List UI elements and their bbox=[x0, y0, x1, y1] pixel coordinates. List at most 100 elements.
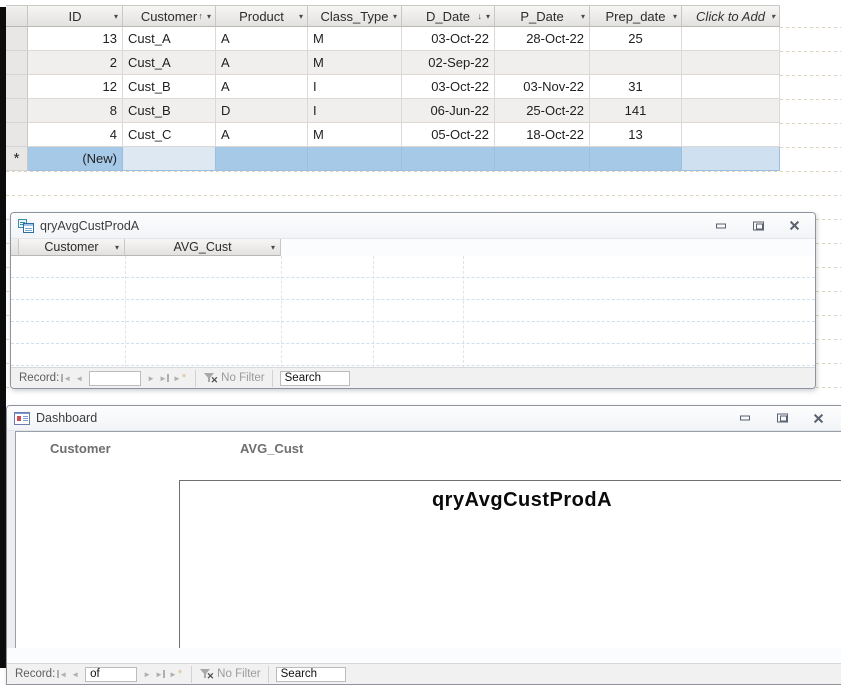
dropdown-arrow-icon[interactable]: ▾ bbox=[673, 12, 677, 21]
column-header-class_type[interactable]: Class_Type ▾ bbox=[308, 5, 402, 27]
cell-d_date[interactable]: 06-Jun-22 bbox=[402, 99, 495, 123]
first-record-button[interactable]: ◄ bbox=[61, 374, 71, 383]
restore-button[interactable] bbox=[774, 412, 790, 425]
cell-prep_date[interactable] bbox=[590, 51, 682, 75]
query-window-titlebar[interactable]: qryAvgCustProdA bbox=[11, 213, 815, 239]
cell-add[interactable] bbox=[682, 123, 780, 147]
cell-d_date[interactable]: 05-Oct-22 bbox=[402, 123, 495, 147]
cell-p_date[interactable] bbox=[495, 51, 590, 75]
cell-add[interactable] bbox=[682, 51, 780, 75]
row-selector[interactable] bbox=[6, 51, 28, 75]
query-empty-row[interactable] bbox=[11, 300, 815, 322]
cell-id[interactable]: 4 bbox=[28, 123, 123, 147]
cell-product[interactable]: A bbox=[216, 51, 308, 75]
cell-prep_date[interactable]: 141 bbox=[590, 99, 682, 123]
cell-add[interactable] bbox=[682, 99, 780, 123]
cell-customer[interactable] bbox=[123, 147, 216, 171]
record-number-input[interactable] bbox=[89, 370, 142, 386]
query-empty-row[interactable] bbox=[11, 322, 815, 344]
cell-class_type[interactable]: M bbox=[308, 27, 402, 51]
minimize-button[interactable] bbox=[737, 412, 753, 425]
cell-d_date[interactable] bbox=[402, 147, 495, 171]
query-row-selector-header[interactable] bbox=[11, 239, 19, 256]
cell-customer[interactable]: Cust_B bbox=[123, 99, 216, 123]
close-button[interactable] bbox=[786, 219, 802, 232]
query-empty-row[interactable] bbox=[11, 256, 815, 278]
new-record-button[interactable]: ► * bbox=[169, 668, 182, 680]
dashboard-window-titlebar[interactable]: Dashboard bbox=[7, 406, 841, 431]
dropdown-arrow-icon[interactable]: ▾ bbox=[581, 12, 585, 21]
row-selector[interactable] bbox=[6, 75, 28, 99]
column-header-add[interactable]: Click to Add ▾ bbox=[682, 5, 780, 27]
cell-d_date[interactable]: 02-Sep-22 bbox=[402, 51, 495, 75]
cell-prep_date[interactable]: 13 bbox=[590, 123, 682, 147]
row-selector[interactable] bbox=[6, 27, 28, 51]
cell-add[interactable] bbox=[682, 27, 780, 51]
cell-id[interactable]: 13 bbox=[28, 27, 123, 51]
query-column-header-avgcust[interactable]: AVG_Cust ▾ bbox=[125, 239, 281, 256]
column-header-product[interactable]: Product ▾ bbox=[216, 5, 308, 27]
cell-product[interactable]: A bbox=[216, 27, 308, 51]
close-button[interactable] bbox=[810, 412, 826, 425]
dropdown-arrow-icon[interactable]: ▾ bbox=[486, 12, 490, 21]
cell-product[interactable]: D bbox=[216, 99, 308, 123]
last-record-button[interactable]: ► bbox=[159, 374, 169, 383]
row-selector[interactable] bbox=[6, 123, 28, 147]
cell-class_type[interactable]: M bbox=[308, 123, 402, 147]
no-filter-button[interactable]: ✕ No Filter bbox=[203, 372, 265, 385]
cell-prep_date[interactable]: 25 bbox=[590, 27, 682, 51]
new-record-marker[interactable]: * bbox=[6, 147, 28, 171]
cell-customer[interactable]: Cust_A bbox=[123, 27, 216, 51]
cell-product[interactable] bbox=[216, 147, 308, 171]
new-record-button[interactable]: ► * bbox=[173, 372, 186, 384]
previous-record-button[interactable]: ◄ bbox=[71, 670, 79, 679]
cell-id[interactable]: 8 bbox=[28, 99, 123, 123]
cell-d_date[interactable]: 03-Oct-22 bbox=[402, 75, 495, 99]
column-header-prep_date[interactable]: Prep_date ▾ bbox=[590, 5, 682, 27]
cell-p_date[interactable]: 28-Oct-22 bbox=[495, 27, 590, 51]
first-record-button[interactable]: ◄ bbox=[57, 670, 67, 679]
column-header-p_date[interactable]: P_Date ▾ bbox=[495, 5, 590, 27]
cell-customer[interactable]: Cust_C bbox=[123, 123, 216, 147]
dropdown-arrow-icon[interactable]: ▾ bbox=[393, 12, 397, 21]
cell-id[interactable]: 12 bbox=[28, 75, 123, 99]
cell-add[interactable] bbox=[682, 75, 780, 99]
next-record-button[interactable]: ► bbox=[143, 670, 151, 679]
cell-customer[interactable]: Cust_B bbox=[123, 75, 216, 99]
subform-container[interactable]: qryAvgCustProdA bbox=[179, 480, 841, 648]
search-input[interactable] bbox=[279, 370, 350, 386]
cell-class_type[interactable]: M bbox=[308, 51, 402, 75]
select-all-corner[interactable] bbox=[6, 5, 28, 27]
query-empty-row[interactable] bbox=[11, 344, 815, 366]
cell-product[interactable]: A bbox=[216, 123, 308, 147]
cell-id[interactable]: (New) bbox=[28, 147, 123, 171]
column-header-id[interactable]: ID ▾ bbox=[28, 5, 123, 27]
minimize-button[interactable] bbox=[713, 219, 729, 232]
restore-button[interactable] bbox=[750, 219, 766, 232]
row-selector[interactable] bbox=[6, 99, 28, 123]
column-header-d_date[interactable]: D_Date ↓ ▾ bbox=[402, 5, 495, 27]
dropdown-arrow-icon[interactable]: ▾ bbox=[207, 12, 211, 21]
cell-class_type[interactable]: I bbox=[308, 99, 402, 123]
cell-add[interactable] bbox=[682, 147, 780, 171]
cell-product[interactable]: A bbox=[216, 75, 308, 99]
dashboard-window[interactable]: Dashboard Customer AVG_Cust qryAvgCustPr… bbox=[6, 405, 841, 685]
cell-d_date[interactable]: 03-Oct-22 bbox=[402, 27, 495, 51]
cell-class_type[interactable] bbox=[308, 147, 402, 171]
previous-record-button[interactable]: ◄ bbox=[75, 374, 83, 383]
column-header-customer[interactable]: Customer ↑ ▾ bbox=[123, 5, 216, 27]
query-empty-row[interactable] bbox=[11, 278, 815, 300]
query-window[interactable]: qryAvgCustProdA Customer ▾ AVG_Cust ▾ Re… bbox=[10, 212, 816, 389]
record-number-input[interactable] bbox=[85, 666, 138, 682]
cell-customer[interactable]: Cust_A bbox=[123, 51, 216, 75]
cell-prep_date[interactable]: 31 bbox=[590, 75, 682, 99]
cell-id[interactable]: 2 bbox=[28, 51, 123, 75]
query-column-header-customer[interactable]: Customer ▾ bbox=[19, 239, 125, 256]
cell-p_date[interactable] bbox=[495, 147, 590, 171]
cell-prep_date[interactable] bbox=[590, 147, 682, 171]
cell-class_type[interactable]: I bbox=[308, 75, 402, 99]
dropdown-arrow-icon[interactable]: ▾ bbox=[771, 12, 775, 21]
cell-p_date[interactable]: 03-Nov-22 bbox=[495, 75, 590, 99]
no-filter-button[interactable]: ✕ No Filter bbox=[199, 668, 261, 681]
dropdown-arrow-icon[interactable]: ▾ bbox=[271, 243, 275, 252]
